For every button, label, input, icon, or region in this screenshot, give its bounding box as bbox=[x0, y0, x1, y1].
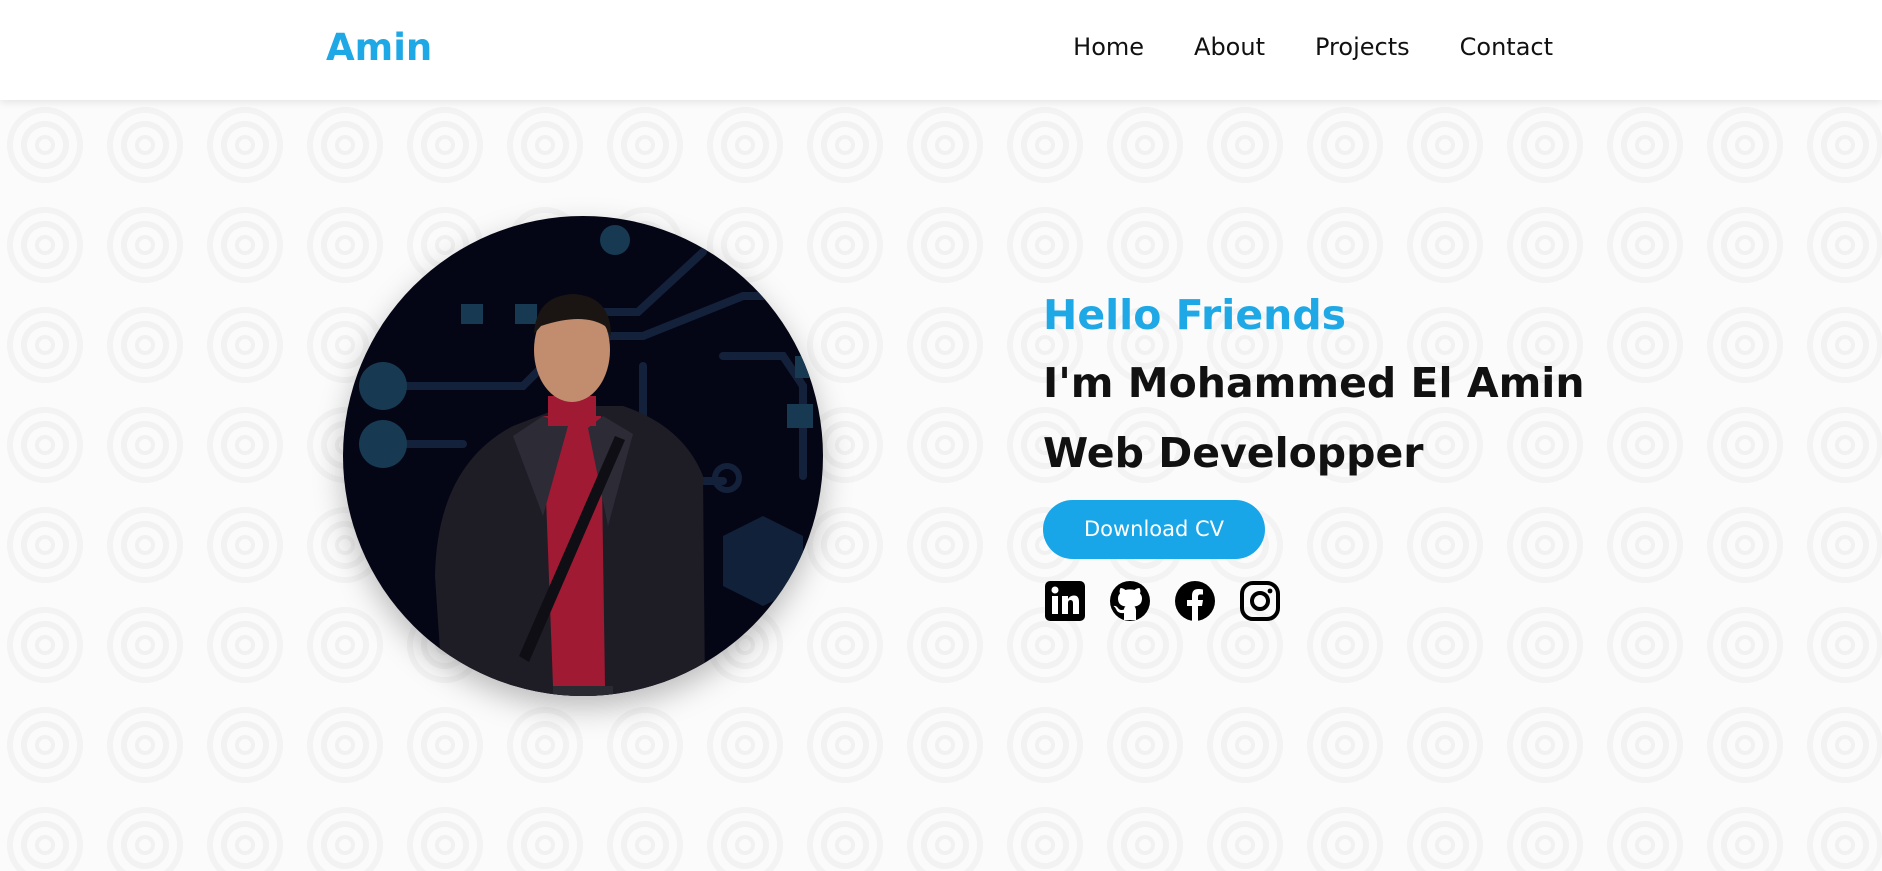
hero-role: Web Developper bbox=[1043, 429, 1424, 477]
nav-item-projects: Projects bbox=[1315, 33, 1410, 61]
nav-item-contact: Contact bbox=[1460, 33, 1553, 61]
person-figure bbox=[435, 294, 705, 696]
github-link[interactable] bbox=[1108, 579, 1152, 623]
linkedin-icon bbox=[1045, 581, 1085, 621]
nav-link-home[interactable]: Home bbox=[1073, 33, 1144, 61]
linkedin-link[interactable] bbox=[1043, 579, 1087, 623]
hero-name: I'm Mohammed El Amin bbox=[1043, 359, 1585, 407]
facebook-link[interactable] bbox=[1173, 579, 1217, 623]
profile-photo-art bbox=[359, 225, 817, 696]
navbar: Amin Home About Projects Contact bbox=[0, 0, 1882, 100]
nav-item-home: Home bbox=[1073, 33, 1144, 61]
download-cv-button[interactable]: Download CV bbox=[1043, 500, 1265, 559]
profile-photo bbox=[343, 216, 823, 696]
instagram-link[interactable] bbox=[1238, 579, 1282, 623]
instagram-icon bbox=[1240, 581, 1280, 621]
nav-item-about: About bbox=[1194, 33, 1265, 61]
nav-link-projects[interactable]: Projects bbox=[1315, 33, 1410, 61]
social-links bbox=[1043, 579, 1585, 623]
github-icon bbox=[1110, 581, 1150, 621]
nav-link-contact[interactable]: Contact bbox=[1460, 33, 1553, 61]
nav-links: Home About Projects Contact bbox=[1073, 33, 1553, 61]
nav-link-about[interactable]: About bbox=[1194, 33, 1265, 61]
hero-greeting: Hello Friends bbox=[1043, 291, 1347, 339]
facebook-icon bbox=[1175, 581, 1215, 621]
brand-logo[interactable]: Amin bbox=[326, 26, 432, 69]
hex-shape bbox=[723, 516, 803, 606]
hero-text: Hello Friends I'm Mohammed El Amin Web D… bbox=[1043, 282, 1585, 623]
